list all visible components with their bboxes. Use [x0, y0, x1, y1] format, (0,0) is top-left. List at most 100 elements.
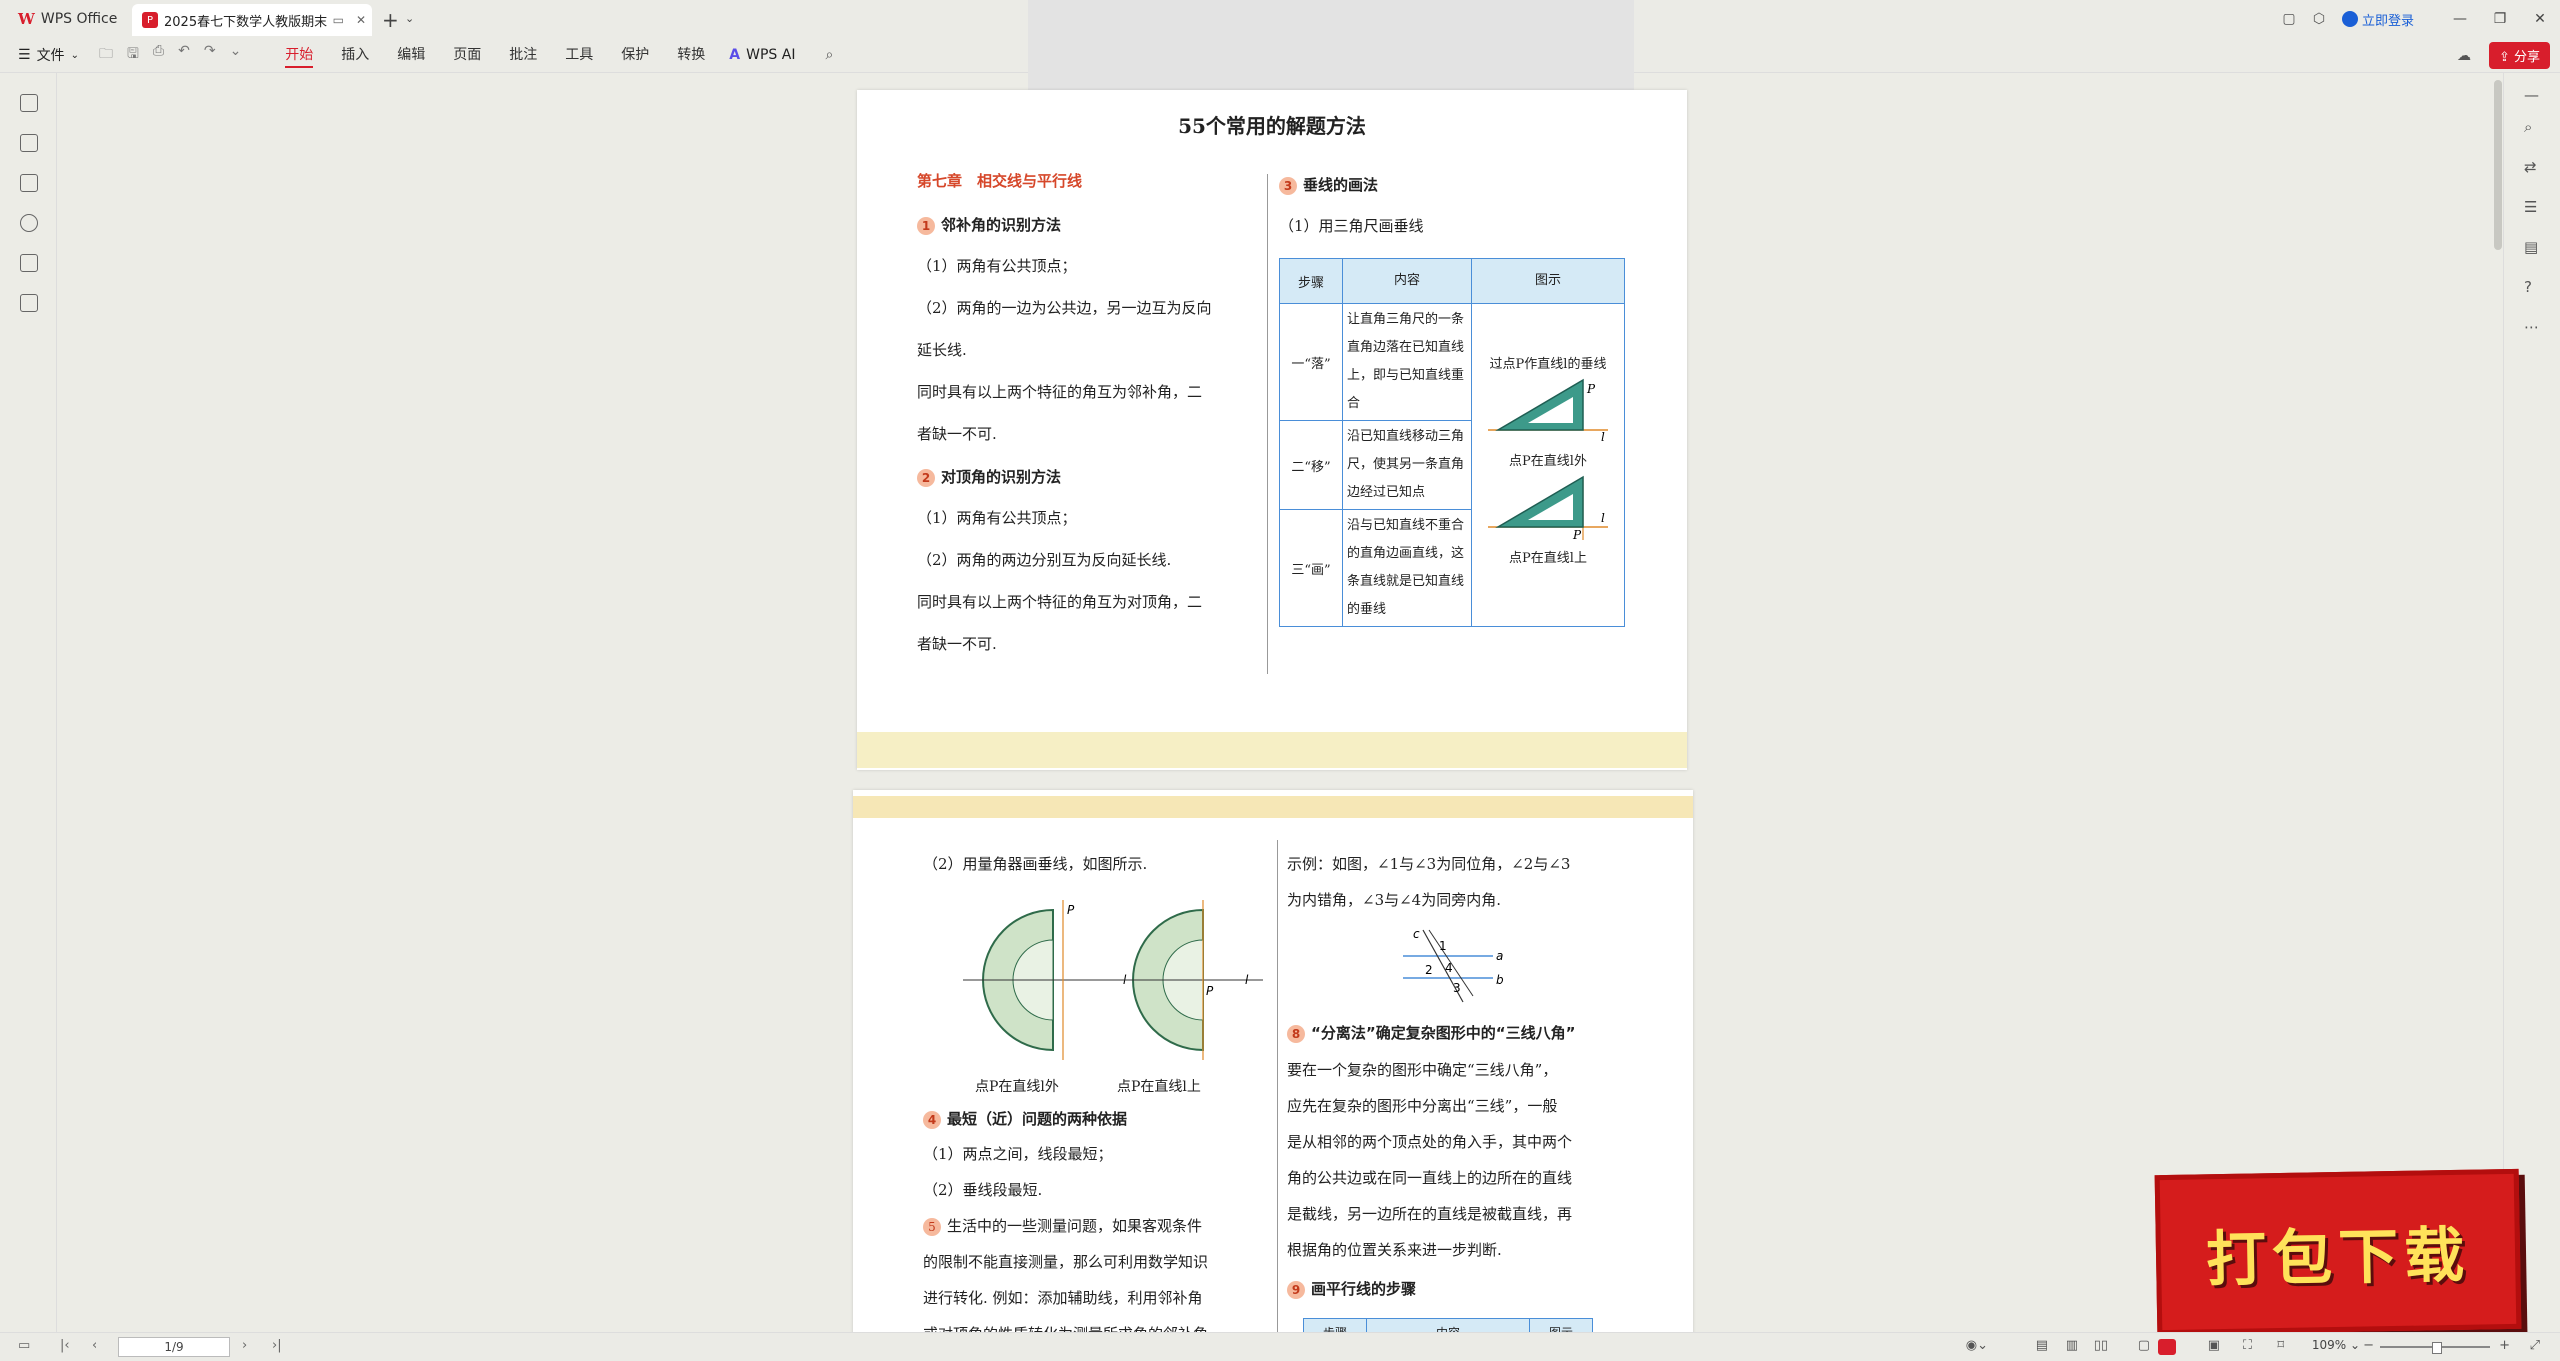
close-tab-icon[interactable]: ✕ — [356, 13, 366, 27]
chapter-heading: 第七章 相交线与平行线 — [917, 172, 1083, 190]
attachment-icon[interactable] — [20, 214, 38, 232]
section-number: 5 — [923, 1218, 941, 1236]
tab-convert[interactable]: 转换 — [663, 38, 719, 72]
open-folder-icon[interactable]: 🗀 — [99, 43, 113, 67]
eye-view-icon[interactable]: ◉⌄ — [1966, 1338, 1988, 1353]
zoom-level[interactable]: 109% ⌄ — [2312, 1338, 2360, 1352]
page-number-input[interactable]: 1/9 — [118, 1337, 230, 1357]
protractor-caption-1: 点P在直线l外 — [975, 1079, 1059, 1095]
help-icon[interactable]: ? — [2524, 278, 2532, 296]
save-icon[interactable]: 🖫 — [127, 43, 139, 67]
collapse-icon[interactable]: — — [2524, 86, 2539, 104]
print-icon[interactable]: ⎙ — [153, 43, 164, 67]
label-1: 1 — [1439, 939, 1447, 953]
tab-protect[interactable]: 保护 — [607, 38, 663, 72]
two-page-icon[interactable]: ▯▯ — [2094, 1338, 2108, 1353]
download-stamp-banner[interactable]: 打包下载 — [2154, 1168, 2522, 1336]
document-tab[interactable]: P 2025春七下数学人教版期末复 ▭ ✕ — [132, 4, 372, 36]
window-mode-icon[interactable]: ▭ — [333, 13, 344, 27]
search-icon[interactable]: ⌕ — [825, 47, 833, 63]
next-page-icon[interactable]: › — [242, 1338, 247, 1353]
comment-icon[interactable] — [20, 174, 38, 192]
table-cell: 沿与已知直线不重合的直角边画直线，这条直线就是已知直线的垂线 — [1342, 509, 1472, 627]
ribbon-menu: 开始 插入 编辑 页面 批注 工具 保护 转换 — [271, 38, 719, 72]
right-sidebar: — ⌕ ⇄ ☰ ▤ ? ⋯ — [2503, 72, 2560, 1332]
play-icon[interactable] — [2158, 1339, 2176, 1355]
label-c: c — [1413, 927, 1420, 941]
thumbnail-icon[interactable] — [20, 134, 38, 152]
sidebar-toggle-icon[interactable]: ▭ — [18, 1338, 30, 1353]
translate-icon[interactable]: ⇄ — [2524, 158, 2537, 176]
zoom-out-icon[interactable]: − — [2363, 1338, 2374, 1353]
undo-icon[interactable]: ↶ — [178, 43, 190, 67]
cube-icon[interactable]: ⬡ — [2304, 11, 2334, 27]
hamburger-icon: ☰ — [18, 47, 31, 63]
text-line: 生活中的一些测量问题，如果客观条件 — [947, 1217, 1203, 1235]
minimize-icon[interactable]: — — [2440, 11, 2480, 27]
table-cell: 二“移” — [1279, 420, 1343, 510]
scrollbar-thumb[interactable] — [2494, 80, 2502, 250]
new-tab-icon[interactable]: + — [382, 8, 399, 32]
label-l: l — [1601, 430, 1605, 444]
layers-icon[interactable] — [20, 294, 38, 312]
tab-edit[interactable]: 编辑 — [383, 38, 439, 72]
text-line: （2）用量角器画垂线，如图所示. — [923, 855, 1148, 873]
tab-annotate[interactable]: 批注 — [495, 38, 551, 72]
text-line: 同时具有以上两个特征的角互为对顶角，二 — [917, 593, 1203, 611]
fullscreen-icon[interactable]: ⤢ — [2530, 1338, 2540, 1353]
login-button[interactable]: 立即登录 — [2341, 10, 2414, 29]
redo-icon[interactable]: ↷ — [204, 43, 216, 67]
share-icon: ⇪ — [2498, 50, 2514, 65]
more-icon[interactable]: ⋯ — [2524, 318, 2539, 336]
document-page-2: （2）用量角器画垂线，如图所示. P l P l 点P在直线l外 点P在直线l上… — [853, 790, 1693, 1335]
restore-view-icon[interactable]: ▢ — [2274, 11, 2304, 27]
text-line: 根据角的位置关系来进一步判断. — [1287, 1241, 1502, 1259]
zoom-slider-knob[interactable] — [2432, 1342, 2442, 1354]
text-line: 是截线，另一边所在的直线是被截直线，再 — [1287, 1205, 1573, 1223]
sign-icon[interactable] — [20, 254, 38, 272]
wps-ai-label: WPS AI — [746, 47, 796, 63]
fit-width-icon[interactable]: ▣ — [2208, 1338, 2220, 1353]
continuous-page-icon[interactable]: ▥ — [2066, 1338, 2078, 1353]
label-P: P — [1067, 903, 1075, 917]
wps-logo-icon: W — [18, 10, 35, 28]
text-line: 延长线. — [917, 341, 967, 359]
maximize-icon[interactable]: ❐ — [2480, 11, 2520, 27]
table-header: 内容 — [1342, 258, 1472, 304]
cloud-sync-icon[interactable]: ☁ — [2457, 48, 2471, 64]
settings-icon[interactable]: ☰ — [2524, 198, 2537, 216]
section-number: 8 — [1287, 1025, 1305, 1043]
book-view-icon[interactable]: ▢ — [2138, 1338, 2150, 1353]
single-page-icon[interactable]: ▤ — [2036, 1338, 2048, 1353]
zoom-in-icon[interactable]: + — [2499, 1338, 2510, 1353]
tab-home[interactable]: 开始 — [271, 38, 327, 72]
page-header-band — [853, 796, 1693, 818]
wps-home-tab[interactable]: W WPS Office — [18, 10, 117, 28]
book-icon[interactable]: ▤ — [2524, 238, 2538, 256]
vertical-scrollbar[interactable] — [2494, 80, 2502, 1320]
section-1-heading: 1 邻补角的识别方法 — [917, 214, 1061, 235]
close-window-icon[interactable]: ✕ — [2520, 11, 2560, 27]
last-page-icon[interactable]: ›| — [272, 1338, 282, 1353]
left-sidebar — [0, 72, 57, 1332]
find-icon[interactable]: ⌕ — [2524, 118, 2532, 136]
tab-insert[interactable]: 插入 — [327, 38, 383, 72]
first-page-icon[interactable]: |‹ — [60, 1338, 70, 1353]
tab-list-chevron-icon[interactable]: ⌄ — [405, 12, 414, 25]
zoom-slider[interactable] — [2380, 1342, 2490, 1354]
tab-tools[interactable]: 工具 — [551, 38, 607, 72]
fit-page-icon[interactable]: ⛶ — [2243, 1338, 2252, 1353]
bookmark-icon[interactable] — [20, 94, 38, 112]
label-l: l — [1601, 511, 1605, 525]
chevron-down-icon: ⌄ — [70, 49, 79, 61]
share-button[interactable]: ⇪ 分享 — [2488, 42, 2550, 69]
figure-title: 过点P作直线l的垂线 — [1489, 357, 1607, 372]
label-b: b — [1496, 973, 1504, 987]
wps-ai-button[interactable]: A WPS AI — [729, 47, 795, 63]
prev-page-icon[interactable]: ‹ — [92, 1338, 97, 1353]
text-line: 角的公共边或在同一直线上的边所在的直线 — [1287, 1169, 1573, 1187]
file-menu[interactable]: ☰ 文件 ⌄ — [18, 45, 79, 65]
bookmark-view-icon[interactable]: ⌑ — [2277, 1338, 2284, 1353]
tab-page[interactable]: 页面 — [439, 38, 495, 72]
more-chevron-icon[interactable]: ⌄ — [230, 43, 242, 67]
